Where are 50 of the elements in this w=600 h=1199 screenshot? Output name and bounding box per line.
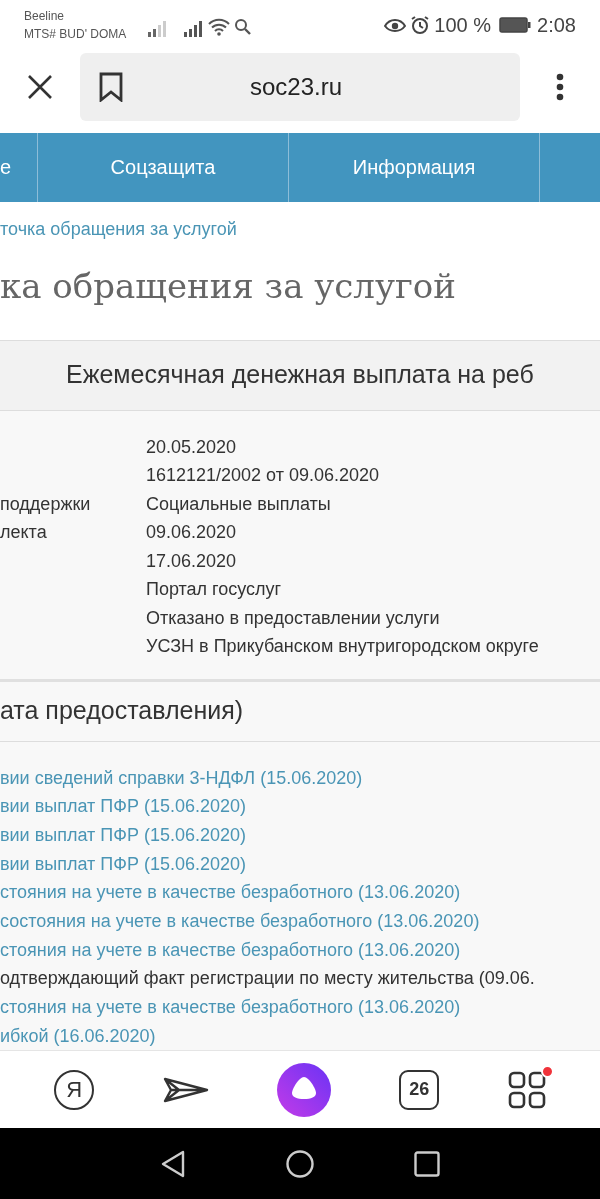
url-text: soc23.ru (250, 72, 343, 103)
browser-logo-button[interactable]: Я (54, 1069, 95, 1110)
battery-percent: 100 % (434, 12, 492, 38)
menu-icon[interactable] (556, 73, 564, 102)
wifi-icon (208, 17, 231, 36)
close-icon[interactable] (27, 74, 53, 101)
field-label: поддержки (0, 493, 91, 514)
field-value: 17.06.2020 (146, 549, 238, 573)
signal-icon (148, 18, 169, 37)
search-icon (234, 17, 253, 36)
field-value: 1612121/2002 от 09.06.2020 (146, 464, 381, 487)
signal-icon (184, 18, 205, 37)
document-text: одтверждающий факт регистрации по месту жительства (09.06. (0, 967, 536, 991)
nav-menu-item[interactable]: е (0, 132, 38, 202)
document-link[interactable]: состояния на учете в качестве безработного (13.06.2020) (0, 906, 600, 936)
document-link[interactable]: вии выплат ПФР (15.06.2020) (0, 849, 600, 879)
field-value: Отказано в предоставлении услуги (146, 606, 441, 630)
eye-icon (384, 16, 407, 33)
document-link[interactable]: стояния на учете в качестве безработного (13.06.2020) (0, 878, 600, 907)
battery-icon (499, 16, 532, 33)
voice-assistant-icon[interactable] (276, 1062, 331, 1117)
section-title: ата предоставления) (0, 695, 244, 727)
document-link[interactable]: стояния на учете в качестве безработного (13.06.2020) (0, 993, 600, 1022)
tabs-counter-button[interactable]: 26 (399, 1069, 440, 1110)
field-label: лекта (0, 522, 47, 542)
document-link[interactable]: вии выплат ПФР (15.06.2020) (0, 792, 600, 821)
page-title: ка обращения за услугой (0, 265, 457, 306)
field-value: 09.06.2020 (146, 521, 238, 544)
address-bar[interactable]: soc23.ru (80, 53, 520, 122)
document-link[interactable]: вии сведений справки 3-НДФЛ (15.06.2020) (0, 763, 600, 793)
field-value: Социальные выплаты (146, 492, 332, 516)
clock-time: 2:08 (537, 12, 576, 38)
field-value: 20.05.2020 (146, 435, 238, 459)
apps-grid-icon[interactable] (507, 1070, 546, 1109)
alarm-icon (410, 14, 431, 35)
card-title: Ежемесячная денежная выплата на реб (66, 359, 534, 391)
carrier-name: Beeline (24, 7, 66, 25)
nav-menu-item[interactable]: Информация (289, 132, 540, 202)
document-link[interactable]: ибкой (16.06.2020) (0, 1021, 600, 1051)
recent-apps-icon[interactable] (414, 1150, 440, 1177)
back-icon[interactable] (160, 1149, 186, 1178)
breadcrumb-link[interactable]: точка обращения за услугой (0, 217, 600, 240)
nav-menu-item[interactable]: Соцзащита (38, 132, 289, 202)
document-link[interactable]: стояния на учете в качестве безработного (13.06.2020) (0, 935, 600, 965)
home-icon[interactable] (286, 1149, 314, 1178)
bookmark-icon[interactable] (99, 72, 123, 103)
field-value: УСЗН в Прикубанском внутригородском округе (146, 635, 540, 658)
document-link[interactable]: вии выплат ПФР (15.06.2020) (0, 820, 600, 850)
carrier-name: MTS# BUD' DOMA (24, 25, 127, 43)
field-value: Портал госуслуг (146, 578, 283, 601)
